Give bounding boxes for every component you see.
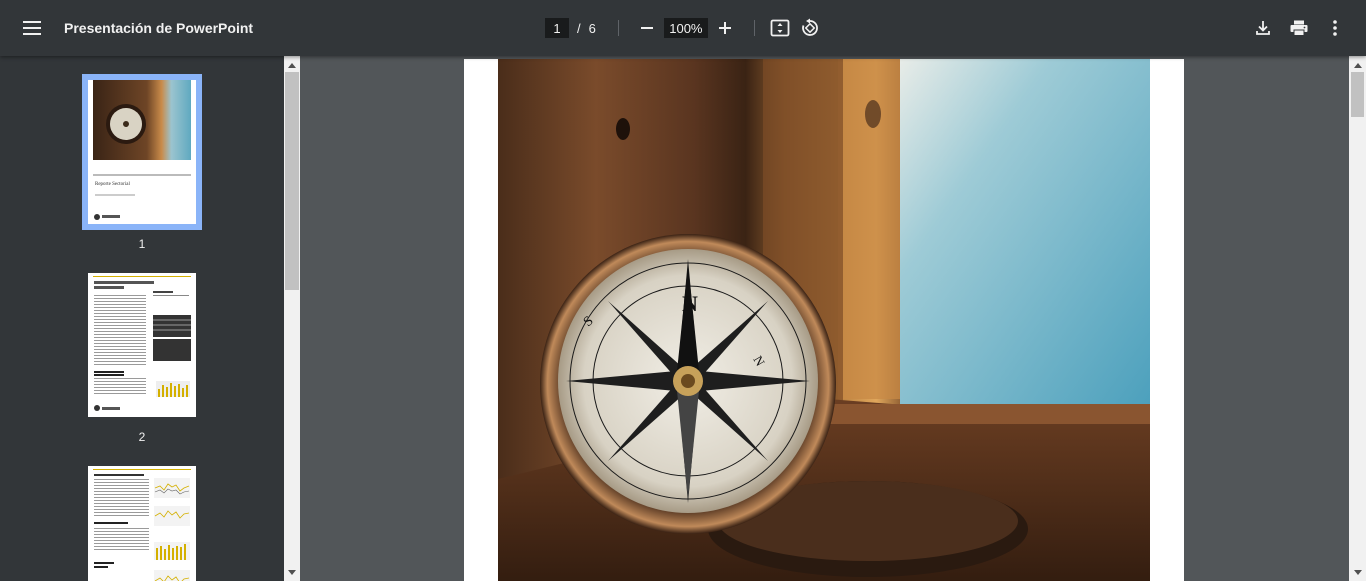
scroll-down-arrow[interactable]: [1349, 565, 1366, 579]
plus-icon: [718, 22, 731, 34]
more-options-button[interactable]: [1320, 13, 1350, 43]
scroll-down-arrow[interactable]: [284, 565, 300, 579]
page-total: 6: [588, 20, 596, 36]
compass-photo: N S N: [498, 59, 1150, 581]
scroll-up-arrow[interactable]: [284, 58, 300, 72]
page-zoom-controls: 1 / 6 100%: [540, 0, 825, 56]
zoom-out-button[interactable]: [632, 13, 662, 43]
thumbnail-page-3-content: [93, 469, 191, 581]
document-viewer[interactable]: N S N: [300, 56, 1349, 581]
right-toolbar-actions: [1248, 13, 1350, 43]
document-scrollbar-thumb[interactable]: [1351, 72, 1364, 117]
thumbnail-cover-title: Reporte Sectorial: [95, 182, 130, 187]
rotate-button[interactable]: [795, 13, 825, 43]
cover-photo: N S N: [498, 59, 1150, 581]
thumbnail-page-2[interactable]: [88, 273, 196, 417]
pdf-page-1: N S N: [464, 59, 1184, 581]
rotate-icon: [802, 18, 818, 36]
thumbnail-cover-photo: [93, 80, 191, 160]
minus-icon: [640, 27, 653, 29]
zoom-input[interactable]: 100%: [663, 18, 708, 38]
sidebar-scrollbar[interactable]: [284, 56, 300, 581]
thumbnail-page-3[interactable]: [88, 466, 196, 581]
page-number-input[interactable]: 1: [545, 18, 569, 38]
scroll-up-arrow[interactable]: [1349, 58, 1366, 72]
zoom-in-button[interactable]: [710, 13, 740, 43]
fit-page-button[interactable]: [765, 13, 795, 43]
document-scrollbar[interactable]: [1349, 56, 1366, 581]
download-button[interactable]: [1248, 13, 1278, 43]
svg-text:N: N: [682, 291, 698, 316]
download-icon: [1256, 21, 1270, 35]
toolbar-divider: [753, 20, 755, 36]
thumbnail-sidebar: Reporte Sectorial 1 2: [0, 56, 284, 581]
toolbar-divider: [617, 20, 619, 36]
thumbnail-number: 1: [138, 237, 146, 251]
print-icon: [1290, 20, 1308, 36]
print-button[interactable]: [1284, 13, 1314, 43]
document-title: Presentación de PowerPoint: [64, 20, 254, 36]
page-separator: /: [577, 20, 581, 36]
thumbnail-page-2-content: [93, 276, 191, 411]
thumbnail-page-1[interactable]: Reporte Sectorial: [82, 74, 202, 230]
menu-button[interactable]: [16, 12, 48, 44]
hamburger-icon: [23, 21, 41, 35]
sidebar-scrollbar-thumb[interactable]: [285, 72, 299, 290]
more-vert-icon: [1333, 20, 1337, 36]
fit-page-icon: [770, 19, 790, 37]
pdf-toolbar: Presentación de PowerPoint 1 / 6 100%: [0, 0, 1366, 56]
thumbnail-number: 2: [138, 430, 146, 444]
